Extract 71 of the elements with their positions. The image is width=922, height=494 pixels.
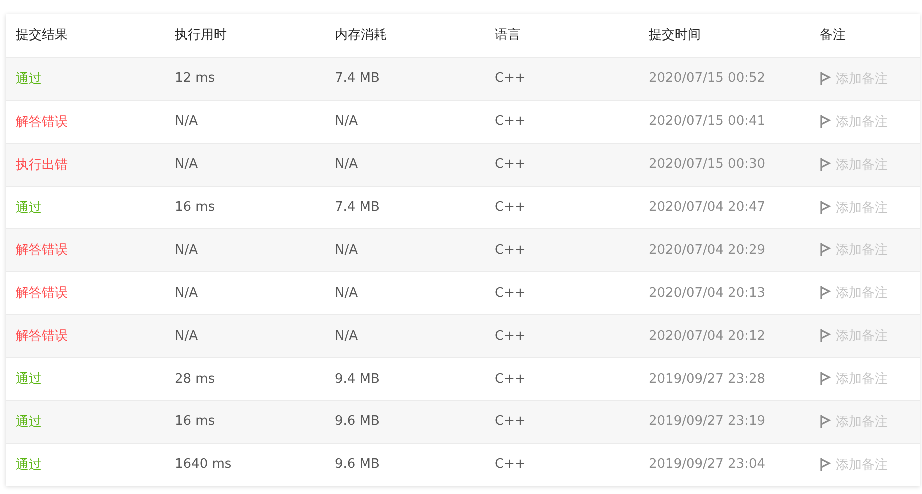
submitted-time-cell: 2019/09/27 23:04 bbox=[649, 457, 766, 472]
flag-icon bbox=[820, 329, 831, 344]
language-cell: C++ bbox=[495, 457, 526, 472]
runtime-cell: 1640 ms bbox=[175, 457, 232, 472]
submitted-time-cell: 2020/07/15 00:41 bbox=[649, 114, 766, 130]
flag-icon bbox=[820, 286, 831, 300]
add-note-button[interactable]: 添加备注 bbox=[820, 284, 888, 302]
language-cell: C++ bbox=[495, 200, 526, 215]
flag-icon bbox=[820, 114, 831, 129]
memory-cell: N/A bbox=[335, 328, 358, 344]
submitted-time-cell: 2020/07/15 00:30 bbox=[649, 157, 766, 172]
result-cell[interactable]: 通过 bbox=[16, 370, 42, 388]
memory-cell: 9.6 MB bbox=[335, 457, 380, 472]
memory-cell: N/A bbox=[335, 114, 358, 130]
language-cell: C++ bbox=[495, 414, 526, 430]
submitted-time-cell: 2020/07/04 20:13 bbox=[649, 286, 766, 301]
flag-icon bbox=[820, 158, 831, 172]
result-cell[interactable]: 解答错误 bbox=[16, 241, 68, 260]
result-cell[interactable]: 解答错误 bbox=[16, 284, 68, 302]
add-note-button[interactable]: 添加备注 bbox=[820, 456, 888, 474]
result-cell[interactable]: 解答错误 bbox=[16, 327, 68, 346]
submitted-time-cell: 2020/07/15 00:52 bbox=[649, 71, 766, 86]
column-header: 提交结果 bbox=[16, 27, 68, 44]
column-header: 提交时间 bbox=[649, 27, 701, 44]
column-header: 执行用时 bbox=[175, 27, 227, 44]
result-cell[interactable]: 执行出错 bbox=[16, 156, 68, 174]
language-cell: C++ bbox=[495, 157, 526, 172]
memory-cell: 9.4 MB bbox=[335, 372, 380, 387]
flag-icon bbox=[820, 243, 831, 258]
add-note-button[interactable]: 添加备注 bbox=[820, 112, 888, 131]
runtime-cell: 28 ms bbox=[175, 372, 216, 387]
add-note-button[interactable]: 添加备注 bbox=[820, 370, 888, 388]
runtime-cell: N/A bbox=[175, 242, 198, 258]
submitted-time-cell: 2019/09/27 23:19 bbox=[649, 414, 766, 430]
runtime-cell: N/A bbox=[175, 114, 198, 130]
memory-cell: 7.4 MB bbox=[335, 71, 380, 86]
result-cell[interactable]: 通过 bbox=[16, 456, 42, 474]
runtime-cell: N/A bbox=[175, 157, 198, 172]
flag-icon bbox=[820, 458, 831, 472]
runtime-cell: 16 ms bbox=[175, 200, 216, 215]
result-cell[interactable]: 通过 bbox=[16, 198, 42, 216]
runtime-cell: 12 ms bbox=[175, 71, 216, 86]
flag-icon bbox=[820, 72, 831, 86]
add-note-button[interactable]: 添加备注 bbox=[820, 198, 888, 216]
result-cell[interactable]: 通过 bbox=[16, 70, 42, 88]
submitted-time-cell: 2020/07/04 20:12 bbox=[649, 328, 766, 344]
language-cell: C++ bbox=[495, 114, 526, 130]
language-cell: C++ bbox=[495, 372, 526, 387]
memory-cell: 9.6 MB bbox=[335, 414, 380, 430]
memory-cell: N/A bbox=[335, 157, 358, 172]
language-cell: C++ bbox=[495, 286, 526, 301]
submitted-time-cell: 2020/07/04 20:29 bbox=[649, 242, 766, 258]
language-cell: C++ bbox=[495, 71, 526, 86]
column-header: 内存消耗 bbox=[335, 27, 387, 44]
memory-cell: N/A bbox=[335, 242, 358, 258]
column-header: 语言 bbox=[495, 27, 521, 44]
result-cell[interactable]: 通过 bbox=[16, 412, 42, 431]
flag-icon bbox=[820, 200, 831, 214]
flag-icon bbox=[820, 414, 831, 429]
language-cell: C++ bbox=[495, 328, 526, 344]
submitted-time-cell: 2019/09/27 23:28 bbox=[649, 372, 766, 387]
language-cell: C++ bbox=[495, 242, 526, 258]
column-header: 备注 bbox=[820, 27, 846, 44]
runtime-cell: N/A bbox=[175, 328, 198, 344]
flag-icon bbox=[820, 372, 831, 386]
runtime-cell: 16 ms bbox=[175, 414, 216, 430]
memory-cell: N/A bbox=[335, 286, 358, 301]
runtime-cell: N/A bbox=[175, 286, 198, 301]
result-cell[interactable]: 解答错误 bbox=[16, 112, 68, 131]
submitted-time-cell: 2020/07/04 20:47 bbox=[649, 200, 766, 215]
memory-cell: 7.4 MB bbox=[335, 200, 380, 215]
